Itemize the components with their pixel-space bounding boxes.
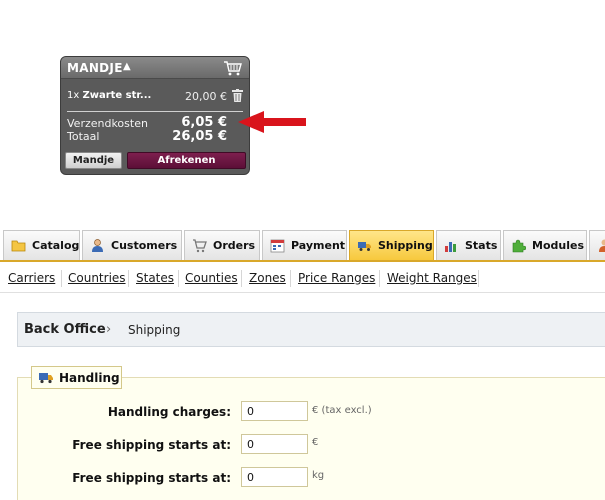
cart-header[interactable]: MANDJE ▲ bbox=[61, 57, 249, 79]
subnav-divider bbox=[241, 270, 242, 287]
tab-more[interactable] bbox=[589, 230, 605, 260]
tab-stats[interactable]: Stats bbox=[436, 230, 501, 260]
caret-up-icon[interactable]: ▲ bbox=[123, 61, 131, 72]
checkout-button[interactable]: Afrekenen bbox=[127, 152, 246, 169]
cart-item-qty: 1x bbox=[67, 90, 80, 101]
puzzle-icon bbox=[512, 239, 526, 253]
calendar-icon bbox=[270, 239, 285, 253]
tab-label: Shipping bbox=[378, 239, 433, 252]
cart-icon bbox=[193, 239, 207, 253]
breadcrumb-current: Shipping bbox=[128, 323, 181, 337]
tab-label: Stats bbox=[465, 239, 498, 252]
total-label: Totaal bbox=[67, 130, 100, 143]
tab-label: Modules bbox=[532, 239, 584, 252]
subnav-states[interactable]: States bbox=[136, 271, 174, 285]
cart-item-price: 20,00 € bbox=[185, 90, 227, 103]
bar-chart-icon bbox=[445, 242, 456, 252]
tab-orders[interactable]: Orders bbox=[184, 230, 260, 260]
handling-legend: Handling bbox=[31, 366, 122, 389]
subnav-carriers[interactable]: Carriers bbox=[8, 271, 55, 285]
free-shipping-weight-unit: kg bbox=[312, 470, 325, 481]
subnav-divider bbox=[478, 270, 479, 287]
handling-charges-unit: € (tax excl.) bbox=[312, 405, 372, 416]
total-value: 26,05 € bbox=[172, 129, 227, 144]
breadcrumb: Back Office › Shipping bbox=[17, 312, 605, 347]
cart-divider bbox=[67, 111, 243, 112]
subnav-divider bbox=[128, 270, 129, 287]
folder-icon bbox=[11, 240, 26, 252]
handling-charges-label: Handling charges: bbox=[107, 405, 231, 419]
shipping-cost-value: 6,05 € bbox=[181, 115, 227, 130]
truck-icon bbox=[358, 242, 371, 251]
cart-item-name: Zwarte str... bbox=[82, 90, 152, 101]
trash-icon[interactable] bbox=[232, 89, 243, 102]
cart-item[interactable]: 1x Zwarte str... bbox=[67, 90, 151, 101]
tab-label: Customers bbox=[111, 239, 178, 252]
subnav-zones[interactable]: Zones bbox=[249, 271, 286, 285]
subnav-price-ranges[interactable]: Price Ranges bbox=[298, 271, 375, 285]
handling-legend-label: Handling bbox=[59, 370, 120, 385]
subnav-divider bbox=[61, 270, 62, 287]
tab-modules[interactable]: Modules bbox=[503, 230, 587, 260]
subnav-divider bbox=[379, 270, 380, 287]
tab-label: Payment bbox=[291, 239, 346, 252]
free-shipping-price-unit: € bbox=[312, 437, 319, 448]
tab-catalog[interactable]: Catalog bbox=[3, 230, 80, 260]
cart-widget: MANDJE ▲ 1x Zwarte str... 20,00 € Verzen… bbox=[60, 56, 250, 175]
cart-title: MANDJE bbox=[67, 61, 123, 75]
subnav-weight-ranges[interactable]: Weight Ranges bbox=[387, 271, 477, 285]
red-arrow-annotation bbox=[238, 111, 306, 133]
chevron-right-icon: › bbox=[106, 322, 112, 337]
subnav-divider bbox=[290, 270, 291, 287]
free-shipping-weight-input[interactable] bbox=[241, 467, 308, 487]
free-shipping-price-input[interactable] bbox=[241, 434, 308, 454]
breadcrumb-root[interactable]: Back Office bbox=[24, 322, 106, 337]
view-cart-button[interactable]: Mandje bbox=[65, 152, 122, 169]
subnav-countries[interactable]: Countries bbox=[68, 271, 126, 285]
shipping-cost-label: Verzendkosten bbox=[67, 117, 148, 130]
main-tabs: Catalog Customers Orders Payment Shippin… bbox=[0, 230, 605, 260]
truck-icon bbox=[39, 373, 53, 384]
handling-charges-input[interactable] bbox=[241, 401, 308, 421]
user-icon bbox=[599, 239, 605, 252]
shopping-cart-icon bbox=[224, 61, 242, 76]
tab-label: Catalog bbox=[32, 239, 80, 252]
subnav-counties[interactable]: Counties bbox=[185, 271, 238, 285]
free-shipping-price-label: Free shipping starts at: bbox=[72, 438, 231, 452]
user-icon bbox=[92, 239, 103, 252]
subnav-divider bbox=[178, 270, 179, 287]
sub-navigation: Carriers Countries States Counties Zones… bbox=[0, 260, 605, 293]
tab-customers[interactable]: Customers bbox=[82, 230, 182, 260]
tab-payment[interactable]: Payment bbox=[262, 230, 347, 260]
tab-label: Orders bbox=[213, 239, 256, 252]
tab-shipping[interactable]: Shipping bbox=[349, 230, 434, 260]
free-shipping-weight-label: Free shipping starts at: bbox=[72, 471, 231, 485]
